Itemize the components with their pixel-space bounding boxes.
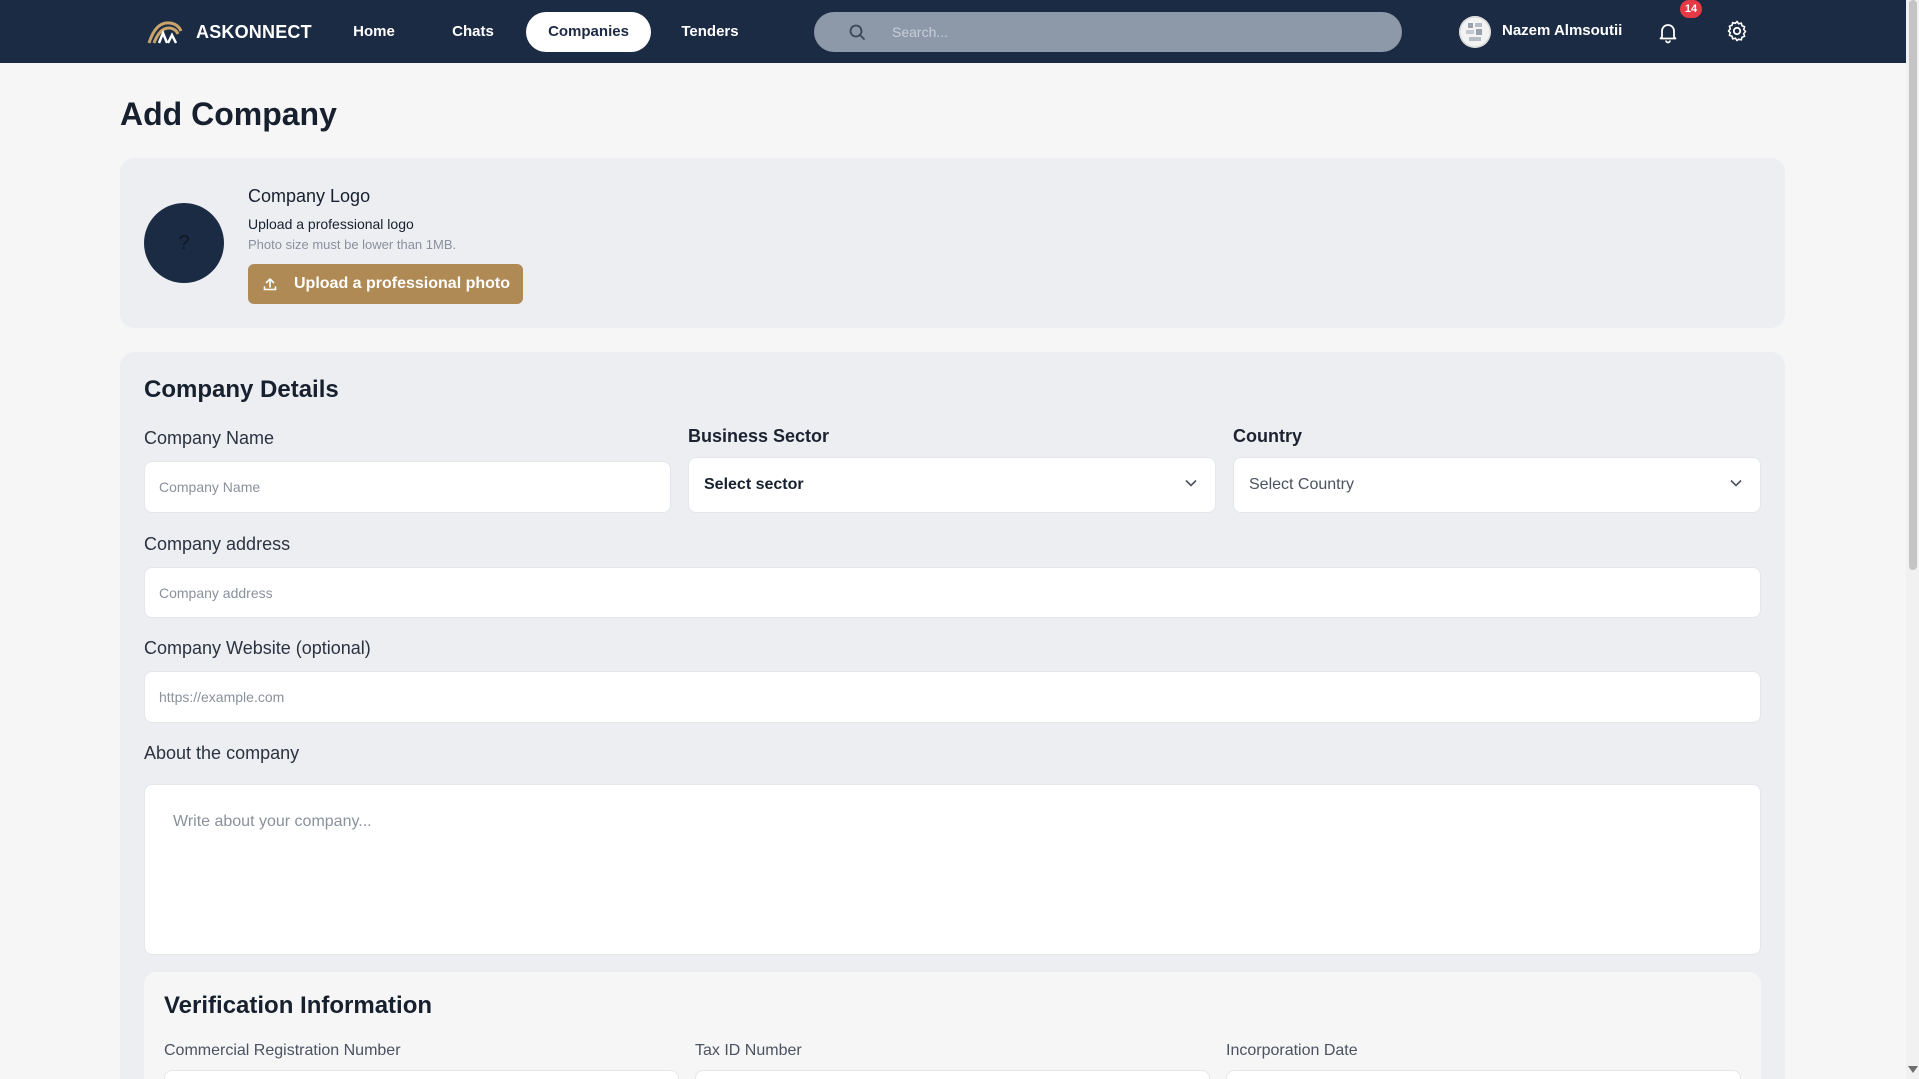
upload-icon xyxy=(263,278,277,291)
search-icon xyxy=(849,24,865,40)
upload-photo-label: Upload a professional photo xyxy=(294,275,511,292)
settings-gear-icon[interactable] xyxy=(1725,19,1749,43)
nav-tenders[interactable]: Tenders xyxy=(664,12,756,52)
logo-section-title: Company Logo xyxy=(248,186,371,206)
country-select[interactable]: Select Country xyxy=(1233,457,1761,513)
search-bar[interactable] xyxy=(814,12,1402,52)
registration-number-label: Commercial Registration Number xyxy=(164,1042,401,1059)
search-input[interactable] xyxy=(892,18,1372,46)
top-navigation-bar: ASKONNECT Home Chats Companies Tenders N… xyxy=(0,0,1906,63)
company-name-label: Company Name xyxy=(144,428,275,448)
logo-size-hint: Photo size must be lower than 1MB. xyxy=(248,237,457,252)
logo-section-subtitle: Upload a professional logo xyxy=(248,216,414,232)
nav-home[interactable]: Home xyxy=(334,12,414,52)
chevron-down-icon xyxy=(1185,479,1197,487)
country-value: Select Country xyxy=(1249,476,1354,493)
nav-companies[interactable]: Companies xyxy=(526,12,651,52)
logo-placeholder[interactable]: ? xyxy=(144,203,224,283)
company-address-input[interactable] xyxy=(144,567,1761,618)
verification-title: Verification Information xyxy=(164,992,433,1019)
tax-id-input[interactable] xyxy=(695,1070,1210,1079)
company-details-title: Company Details xyxy=(144,376,339,403)
avatar-image xyxy=(1459,16,1491,48)
company-website-input[interactable] xyxy=(144,671,1761,723)
chevron-down-icon xyxy=(1730,479,1742,487)
brand-logo-icon xyxy=(147,21,183,44)
company-website-label: Company Website (optional) xyxy=(144,638,371,658)
page-title: Add Company xyxy=(120,96,337,132)
page-scrollbar[interactable] xyxy=(1906,0,1919,1079)
brand[interactable]: ASKONNECT xyxy=(146,16,312,48)
business-sector-label: Business Sector xyxy=(688,426,830,446)
user-avatar[interactable] xyxy=(1459,16,1491,48)
user-name[interactable]: Nazem Almsoutii xyxy=(1502,22,1622,39)
verification-card xyxy=(144,972,1761,1079)
company-name-input[interactable] xyxy=(144,461,671,513)
scroll-down-arrow-icon[interactable] xyxy=(1908,1066,1918,1073)
about-company-label: About the company xyxy=(144,743,300,763)
registration-number-input[interactable] xyxy=(164,1070,679,1079)
incorporation-date-input[interactable] xyxy=(1226,1070,1741,1079)
notification-bell-icon[interactable] xyxy=(1656,20,1680,44)
about-company-textarea[interactable] xyxy=(144,784,1761,955)
brand-name: ASKONNECT xyxy=(196,21,312,42)
upload-photo-button[interactable]: Upload a professional photo xyxy=(248,264,523,304)
scrollbar-thumb[interactable] xyxy=(1909,0,1917,570)
business-sector-select[interactable]: Select sector xyxy=(688,457,1216,513)
company-address-label: Company address xyxy=(144,534,291,554)
country-label: Country xyxy=(1233,426,1302,446)
tax-id-label: Tax ID Number xyxy=(695,1042,802,1059)
nav-chats[interactable]: Chats xyxy=(431,12,515,52)
incorporation-date-label: Incorporation Date xyxy=(1226,1042,1358,1059)
business-sector-value: Select sector xyxy=(704,476,804,493)
notification-badge: 14 xyxy=(1680,0,1702,18)
